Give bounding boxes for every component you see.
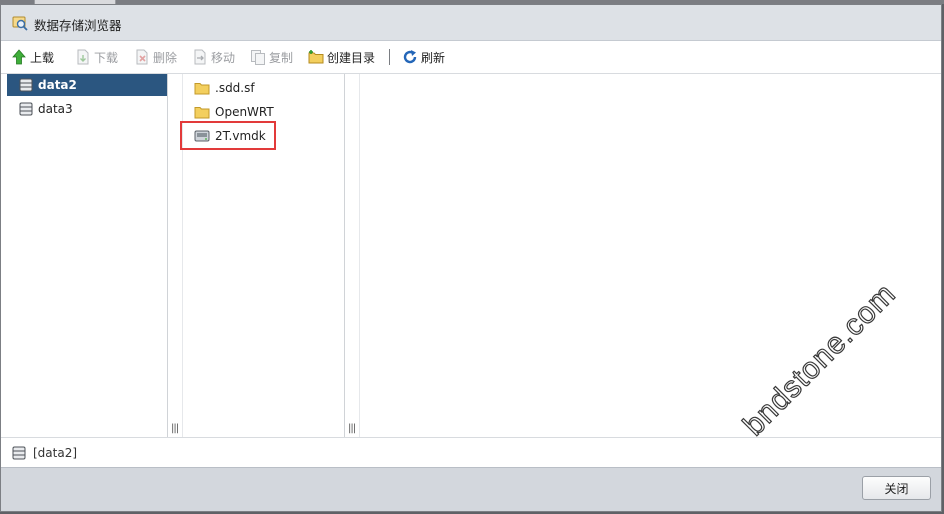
delete-label: 删除 (153, 50, 178, 65)
close-button[interactable]: 关闭 (862, 476, 931, 500)
move-label: 移动 (211, 50, 236, 65)
new-folder-icon (308, 50, 324, 64)
highlight-annotation (180, 121, 276, 150)
dialog-titlebar: 数据存储浏览器 (1, 5, 941, 41)
upload-arrow-icon (12, 49, 26, 65)
refresh-button[interactable]: 刷新 (402, 48, 445, 66)
folder-icon (194, 107, 210, 119)
create-directory-label: 创建目录 (327, 50, 376, 65)
splitter-grip-icon: ||| (171, 423, 179, 434)
refresh-label: 刷新 (421, 50, 446, 65)
file-label: OpenWRT (215, 105, 274, 119)
delete-icon (136, 49, 148, 65)
datastore-item-data2[interactable]: data2 (7, 74, 167, 96)
move-button[interactable]: 移动 (192, 48, 235, 66)
file-item-sdd-sf[interactable]: .sdd.sf (194, 78, 255, 98)
upload-label: 上载 (30, 50, 55, 65)
datastore-icon (19, 78, 33, 92)
copy-button[interactable]: 复制 (250, 48, 293, 66)
file-label: .sdd.sf (215, 81, 255, 95)
column-splitter[interactable]: ||| (345, 74, 360, 438)
file-item-openwrt[interactable]: OpenWRT (194, 102, 274, 122)
folder-icon (194, 83, 210, 95)
current-path: [data2] (33, 446, 78, 460)
datastore-list: data2 data3 (7, 74, 168, 438)
upload-button[interactable]: 上载 (11, 48, 54, 66)
download-label: 下载 (94, 50, 119, 65)
download-icon (77, 49, 89, 65)
dialog-title: 数据存储浏览器 (34, 18, 122, 33)
status-bar: [data2] (1, 437, 941, 468)
toolbar: 上载 下载 删除 移动 复制 创建目录 刷新 (1, 41, 941, 74)
datastore-icon (12, 446, 26, 460)
create-directory-button[interactable]: 创建目录 (308, 48, 375, 66)
copy-label: 复制 (269, 50, 294, 65)
datastore-label: data2 (38, 78, 77, 92)
datastore-browser-dialog: 数据存储浏览器 上载 下载 删除 移动 复制 创建目录 刷新 data2 dat… (0, 4, 942, 512)
dialog-footer: 关闭 (1, 467, 941, 511)
copy-icon (251, 50, 265, 65)
download-button[interactable]: 下载 (75, 48, 118, 66)
datastore-icon (19, 102, 33, 116)
datastore-label: data3 (38, 102, 73, 116)
toolbar-separator (389, 49, 390, 65)
datastore-browser-icon (12, 15, 28, 31)
delete-button[interactable]: 删除 (134, 48, 177, 66)
datastore-item-data3[interactable]: data3 (7, 98, 167, 120)
splitter-grip-icon: ||| (348, 423, 356, 434)
move-icon (194, 49, 206, 65)
refresh-icon (403, 50, 417, 64)
